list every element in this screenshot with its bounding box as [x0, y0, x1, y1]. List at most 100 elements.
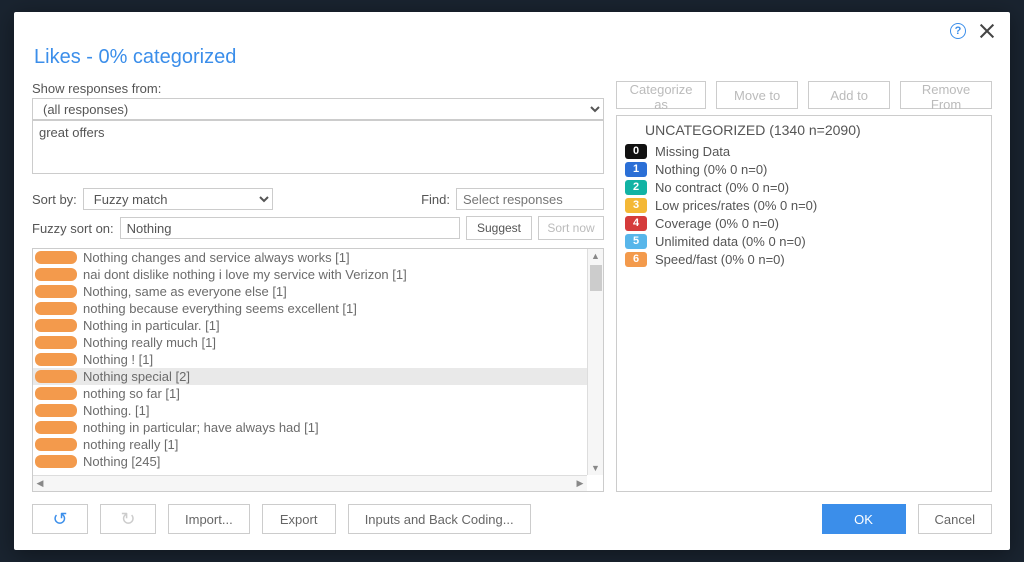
category-chip [35, 438, 77, 451]
import-button[interactable]: Import... [168, 504, 250, 534]
redo-icon: ↻ [120, 510, 135, 528]
category-chip [35, 455, 77, 468]
close-icon[interactable] [978, 22, 996, 40]
scroll-right-icon[interactable]: ▶ [573, 478, 587, 489]
redo-button[interactable]: ↻ [100, 504, 156, 534]
list-item[interactable]: Nothing changes and service always works… [33, 249, 587, 266]
scroll-up-icon[interactable]: ▲ [591, 249, 600, 263]
category-action-bar: Categorize as Move to Add to Remove From [616, 81, 992, 109]
response-text: Nothing special [2] [83, 369, 190, 384]
category-chip [35, 285, 77, 298]
response-text: Nothing [245] [83, 454, 160, 469]
show-responses-label: Show responses from: [32, 81, 161, 96]
response-text: Nothing. [1] [83, 403, 150, 418]
category-chip [35, 336, 77, 349]
uncategorized-header: UNCATEGORIZED (1340 n=2090) [645, 122, 983, 138]
category-badge: 1 [625, 162, 647, 177]
list-item[interactable]: Nothing. [1] [33, 402, 587, 419]
response-text: Nothing in particular. [1] [83, 318, 220, 333]
category-badge: 2 [625, 180, 647, 195]
list-item[interactable]: nothing so far [1] [33, 385, 587, 402]
category-row[interactable]: 1 Nothing (0% 0 n=0) [625, 160, 983, 178]
response-text: nai dont dislike nothing i love my servi… [83, 267, 407, 282]
category-label: No contract (0% 0 n=0) [655, 180, 789, 195]
category-label: Nothing (0% 0 n=0) [655, 162, 767, 177]
ok-button[interactable]: OK [822, 504, 906, 534]
response-text: nothing so far [1] [83, 386, 180, 401]
category-chip [35, 302, 77, 315]
category-row[interactable]: 2 No contract (0% 0 n=0) [625, 178, 983, 196]
show-responses-select[interactable]: (all responses) [32, 98, 604, 120]
category-row[interactable]: 4 Coverage (0% 0 n=0) [625, 214, 983, 232]
category-badge: 4 [625, 216, 647, 231]
category-label: Low prices/rates (0% 0 n=0) [655, 198, 817, 213]
category-chip [35, 251, 77, 264]
find-input[interactable] [456, 188, 604, 210]
categorize-as-button[interactable]: Categorize as [616, 81, 706, 109]
add-to-button[interactable]: Add to [808, 81, 890, 109]
list-item[interactable]: nai dont dislike nothing i love my servi… [33, 266, 587, 283]
titlebar: ? [14, 12, 1010, 40]
category-row[interactable]: 0 Missing Data [625, 142, 983, 160]
list-item[interactable]: Nothing in particular. [1] [33, 317, 587, 334]
response-text: nothing really [1] [83, 437, 178, 452]
category-chip [35, 404, 77, 417]
suggest-button[interactable]: Suggest [466, 216, 532, 240]
list-item[interactable]: Nothing ! [1] [33, 351, 587, 368]
categories-column: Categorize as Move to Add to Remove From… [616, 81, 992, 492]
category-row[interactable]: 5 Unlimited data (0% 0 n=0) [625, 232, 983, 250]
sort-now-button[interactable]: Sort now [538, 216, 604, 240]
scroll-thumb[interactable] [590, 265, 602, 291]
category-chip [35, 353, 77, 366]
response-text: nothing because everything seems excelle… [83, 301, 357, 316]
category-row[interactable]: 6 Speed/fast (0% 0 n=0) [625, 250, 983, 268]
vertical-scrollbar[interactable]: ▲ ▼ [587, 249, 603, 475]
undo-button[interactable]: ↺ [32, 504, 88, 534]
category-badge: 6 [625, 252, 647, 267]
category-panel: UNCATEGORIZED (1340 n=2090) 0 Missing Dat… [616, 115, 992, 492]
dialog-title: Likes - 0% categorized [34, 46, 990, 69]
list-item[interactable]: Nothing really much [1] [33, 334, 587, 351]
category-badge: 0 [625, 144, 647, 159]
fuzzy-sort-input[interactable] [120, 217, 460, 239]
category-label: Missing Data [655, 144, 730, 159]
list-item[interactable]: Nothing special [2] [33, 368, 587, 385]
export-button[interactable]: Export [262, 504, 336, 534]
categorize-dialog: ? Likes - 0% categorized Show responses … [14, 12, 1010, 550]
category-label: Speed/fast (0% 0 n=0) [655, 252, 785, 267]
response-text: nothing in particular; have always had [… [83, 420, 319, 435]
sort-by-label: Sort by: [32, 192, 77, 207]
cancel-button[interactable]: Cancel [918, 504, 992, 534]
list-item[interactable]: nothing in particular; have always had [… [33, 419, 587, 436]
category-chip [35, 268, 77, 281]
category-chip [35, 387, 77, 400]
current-response-box[interactable]: great offers [32, 120, 604, 174]
response-text: Nothing changes and service always works… [83, 250, 350, 265]
sort-by-select[interactable]: Fuzzy match [83, 188, 273, 210]
category-chip [35, 421, 77, 434]
move-to-button[interactable]: Move to [716, 81, 798, 109]
response-text: Nothing ! [1] [83, 352, 153, 367]
category-chip [35, 370, 77, 383]
list-item[interactable]: nothing because everything seems excelle… [33, 300, 587, 317]
category-label: Unlimited data (0% 0 n=0) [655, 234, 806, 249]
category-label: Coverage (0% 0 n=0) [655, 216, 779, 231]
list-item[interactable]: nothing really [1] [33, 436, 587, 453]
inputs-back-coding-button[interactable]: Inputs and Back Coding... [348, 504, 531, 534]
scroll-down-icon[interactable]: ▼ [591, 461, 600, 475]
category-badge: 3 [625, 198, 647, 213]
category-chip [35, 319, 77, 332]
help-icon[interactable]: ? [950, 23, 966, 39]
dialog-header: Likes - 0% categorized [14, 40, 1010, 81]
list-item[interactable]: Nothing, same as everyone else [1] [33, 283, 587, 300]
remove-from-button[interactable]: Remove From [900, 81, 992, 109]
list-item[interactable]: Nothing [245] [33, 453, 587, 470]
dialog-footer: ↺ ↻ Import... Export Inputs and Back Cod… [14, 492, 1010, 550]
find-label: Find: [421, 192, 450, 207]
category-row[interactable]: 3 Low prices/rates (0% 0 n=0) [625, 196, 983, 214]
horizontal-scrollbar[interactable]: ◀ ▶ [33, 475, 587, 491]
category-badge: 5 [625, 234, 647, 249]
scroll-left-icon[interactable]: ◀ [33, 478, 47, 489]
undo-icon: ↺ [52, 510, 67, 528]
fuzzy-sort-label: Fuzzy sort on: [32, 221, 114, 236]
